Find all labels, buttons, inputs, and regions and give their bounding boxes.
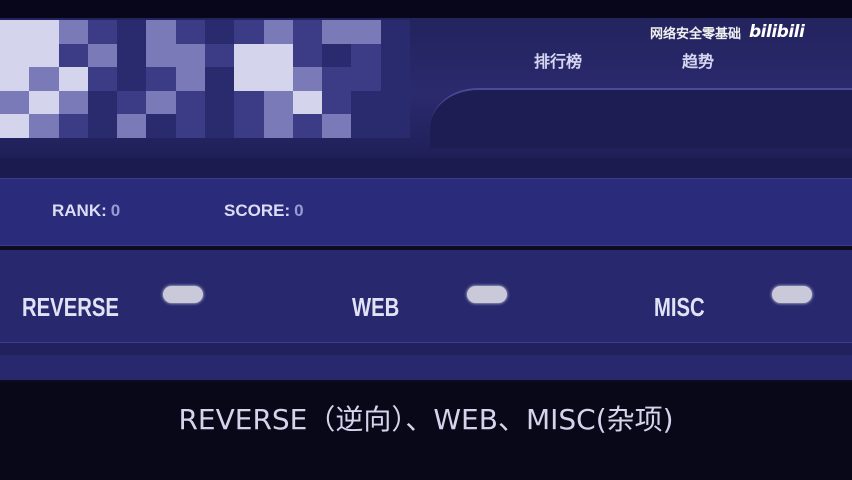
category-reverse-toggle[interactable] xyxy=(163,286,203,303)
mosaic-tile xyxy=(175,67,205,91)
nav-trend[interactable]: 趋势 xyxy=(682,48,714,72)
category-misc-label[interactable]: MISC xyxy=(654,292,705,323)
mosaic-tile xyxy=(351,67,381,91)
mosaic-tile xyxy=(175,90,205,115)
score-value: 0 xyxy=(294,201,304,220)
category-reverse-label[interactable]: REVERSE xyxy=(22,292,119,323)
mosaic-tile xyxy=(292,90,323,115)
mosaic-tile xyxy=(322,90,352,115)
mosaic-tile xyxy=(0,20,30,44)
mosaic-tile xyxy=(263,67,293,91)
mosaic-tile xyxy=(87,90,118,115)
mosaic-tile xyxy=(234,90,264,115)
mosaic-tile xyxy=(322,114,352,138)
header-curve-decoration xyxy=(430,88,852,148)
mosaic-tile xyxy=(117,67,147,91)
pixelated-logo xyxy=(0,20,410,138)
mosaic-tile xyxy=(292,67,323,91)
mosaic-tile xyxy=(87,67,118,91)
mosaic-tile xyxy=(234,43,264,68)
mosaic-tile xyxy=(117,90,147,115)
category-bar: REVERSE WEB MISC xyxy=(0,250,852,380)
mosaic-tile xyxy=(58,114,88,138)
mosaic-tile xyxy=(322,67,352,91)
mosaic-tile xyxy=(87,114,118,138)
rank-value: 0 xyxy=(110,201,121,220)
mosaic-tile xyxy=(263,20,293,44)
mosaic-tile xyxy=(0,90,30,115)
mosaic-tile xyxy=(351,20,381,44)
video-subtitle: REVERSE（逆向）、WEB、MISC(杂项) xyxy=(178,403,674,436)
mosaic-tile xyxy=(175,43,205,68)
mosaic-tile xyxy=(58,43,88,68)
mosaic-tile xyxy=(205,20,235,44)
mosaic-tile xyxy=(322,43,352,68)
mosaic-tile xyxy=(205,114,235,138)
mosaic-tile xyxy=(263,90,293,115)
mosaic-tile xyxy=(292,43,323,68)
score-label: SCORE: xyxy=(224,201,291,220)
mosaic-tile xyxy=(234,20,264,44)
stats-bar: RANK: 0 SCORE: 0 xyxy=(0,178,852,246)
mosaic-tile xyxy=(58,20,88,44)
mosaic-tile xyxy=(117,114,147,138)
mosaic-tile xyxy=(146,43,176,68)
mosaic-tile xyxy=(263,114,293,138)
mosaic-tile xyxy=(87,43,118,68)
mosaic-tile xyxy=(175,114,205,138)
nav-leaderboard[interactable]: 排行榜 xyxy=(534,48,582,72)
rank-label: RANK: xyxy=(52,201,107,220)
mosaic-tile xyxy=(0,43,30,68)
video-frame: 排行榜 趋势 网络安全零基础 bilibili RANK: 0 SCORE: 0 R… xyxy=(0,0,852,480)
mosaic-tile xyxy=(29,20,59,44)
mosaic-tile xyxy=(58,67,88,91)
mosaic-tile xyxy=(146,114,176,138)
category-web-toggle[interactable] xyxy=(467,286,507,303)
watermark-channel-text: 网络安全零基础 xyxy=(650,26,742,42)
category-misc-toggle[interactable] xyxy=(772,286,812,303)
mosaic-tile xyxy=(234,67,264,91)
mosaic-tile xyxy=(0,67,30,91)
mosaic-tile xyxy=(146,20,176,44)
mosaic-tile xyxy=(117,20,147,44)
mosaic-tile xyxy=(380,43,410,68)
mosaic-tile xyxy=(58,90,88,115)
mosaic-tile xyxy=(263,43,293,68)
mosaic-tile xyxy=(292,114,323,138)
mosaic-tile xyxy=(29,114,59,138)
mosaic-tile xyxy=(29,90,59,115)
mosaic-tile xyxy=(234,114,264,138)
mosaic-tile xyxy=(351,114,381,138)
mosaic-tile xyxy=(87,20,118,44)
mosaic-tile xyxy=(29,43,59,68)
mosaic-tile xyxy=(205,90,235,115)
mosaic-tile xyxy=(380,67,410,91)
mosaic-tile xyxy=(175,20,205,44)
mosaic-tile xyxy=(205,67,235,91)
video-watermark: 网络安全零基础 bilibili xyxy=(650,22,805,42)
mosaic-tile xyxy=(380,114,410,138)
mosaic-tile xyxy=(322,20,352,44)
mosaic-tile xyxy=(292,20,323,44)
mosaic-tile xyxy=(146,90,176,115)
mosaic-tile xyxy=(380,90,410,115)
category-web-label[interactable]: WEB xyxy=(352,292,399,323)
mosaic-tile xyxy=(380,20,410,44)
mosaic-tile xyxy=(117,43,147,68)
mosaic-tile xyxy=(146,67,176,91)
mosaic-tile xyxy=(351,90,381,115)
mosaic-tile xyxy=(29,67,59,91)
mosaic-tile xyxy=(351,43,381,68)
score-stat: SCORE: 0 xyxy=(224,201,304,221)
top-strip xyxy=(0,0,852,18)
bilibili-logo: bilibili xyxy=(749,22,805,42)
rank-stat: RANK: 0 xyxy=(52,201,120,221)
mosaic-tile xyxy=(0,114,30,138)
mosaic-tile xyxy=(205,43,235,68)
separator-row xyxy=(0,158,852,178)
